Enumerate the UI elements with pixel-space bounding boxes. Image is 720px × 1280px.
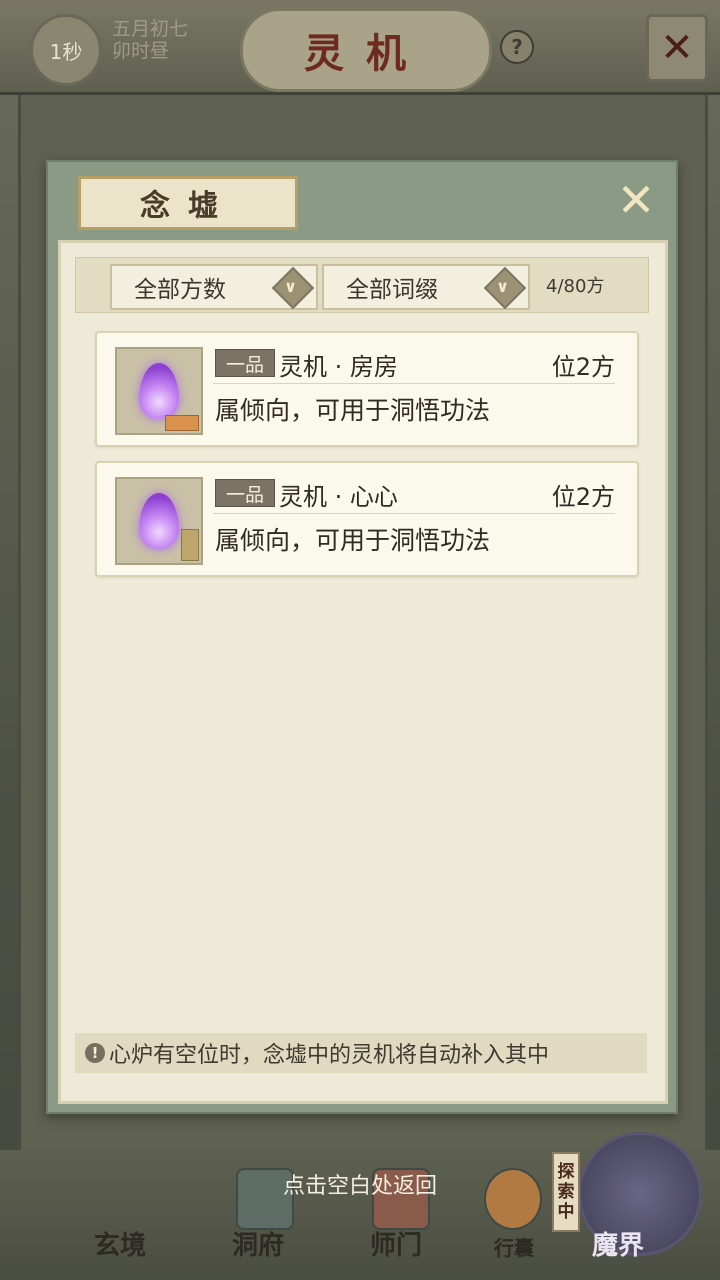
date-line-1: 五月初七 (112, 18, 189, 40)
item-position: 位2方 (551, 483, 615, 511)
filter-bar: 全部方数 ∨ 全部词缀 ∨ 4/80方 (75, 257, 649, 313)
item-icon-frame (115, 347, 203, 435)
tip-text: 心炉有空位时，念墟中的灵机将自动补入其中 (109, 1043, 550, 1068)
nav-mojie[interactable]: 魔界 (592, 1225, 644, 1262)
explore-char-3: 中 (557, 1202, 575, 1222)
grade-badge: 一品 (215, 349, 275, 377)
slot-shape-icon (165, 415, 199, 431)
nav-shimen[interactable]: 师门 (370, 1225, 422, 1262)
purple-flame-icon (139, 363, 179, 419)
dropdown-toggle[interactable]: ∨ (271, 266, 315, 310)
dialog-panel: 全部方数 ∨ 全部词缀 ∨ 4/80方 一品 灵机 · 房房 位2方 属倾向，可… (58, 240, 668, 1104)
dropdown-label: 全部方数 (134, 277, 226, 303)
tip-bar: ! 心炉有空位时，念墟中的灵机将自动补入其中 (75, 1033, 647, 1073)
item-name: 灵机 · 心心 (279, 483, 398, 511)
return-hint[interactable]: 点击空白处返回 (0, 1168, 720, 1200)
close-icon: ✕ (660, 25, 694, 71)
page-title: 灵机 (304, 30, 428, 77)
nav-xingnang[interactable]: 行囊 (494, 1232, 534, 1261)
divider (213, 513, 615, 514)
nav-xuanjing[interactable]: 玄境 (94, 1225, 146, 1262)
top-bar: 1秒 五月初七 卯时昼 灵机 ? ✕ (0, 0, 720, 95)
alert-icon: ! (85, 1043, 105, 1063)
nav-dongfu[interactable]: 洞府 (232, 1225, 284, 1262)
chevron-down-icon: ∨ (496, 277, 509, 296)
help-button[interactable]: ? (500, 30, 534, 64)
date-line-2: 卯时昼 (112, 40, 170, 62)
nianxu-dialog: 念墟 ✕ 全部方数 ∨ 全部词缀 ∨ 4/80方 一品 灵机 · 房房 位2方 … (46, 160, 678, 1114)
game-date: 五月初七 卯时昼 (112, 18, 188, 62)
dropdown-toggle[interactable]: ∨ (483, 266, 527, 310)
page-title-plate: 灵机 (240, 8, 492, 92)
item-icon-frame (115, 477, 203, 565)
dialog-title: 念墟 (140, 189, 236, 224)
list-item[interactable]: 一品 灵机 · 心心 位2方 属倾向，可用于洞悟功法 (95, 461, 639, 577)
item-description: 属倾向，可用于洞悟功法 (215, 396, 491, 425)
count-filter-dropdown[interactable]: 全部方数 ∨ (110, 264, 318, 310)
list-item[interactable]: 一品 灵机 · 房房 位2方 属倾向，可用于洞悟功法 (95, 331, 639, 447)
time-badge: 1秒 (30, 14, 102, 86)
close-page-button[interactable]: ✕ (646, 14, 708, 82)
capacity-count: 4/80方 (546, 276, 605, 297)
purple-flame-icon (139, 493, 179, 549)
item-description: 属倾向，可用于洞悟功法 (215, 526, 491, 555)
dropdown-label: 全部词缀 (346, 277, 438, 303)
slot-shape-icon (181, 529, 199, 561)
affix-filter-dropdown[interactable]: 全部词缀 ∨ (322, 264, 530, 310)
close-icon: ✕ (616, 173, 656, 227)
item-position: 位2方 (551, 353, 615, 381)
divider (213, 383, 615, 384)
dialog-close-button[interactable]: ✕ (608, 173, 664, 227)
grade-badge: 一品 (215, 479, 275, 507)
item-name: 灵机 · 房房 (279, 353, 398, 381)
chevron-down-icon: ∨ (284, 277, 297, 296)
dialog-title-tab: 念墟 (78, 176, 298, 230)
